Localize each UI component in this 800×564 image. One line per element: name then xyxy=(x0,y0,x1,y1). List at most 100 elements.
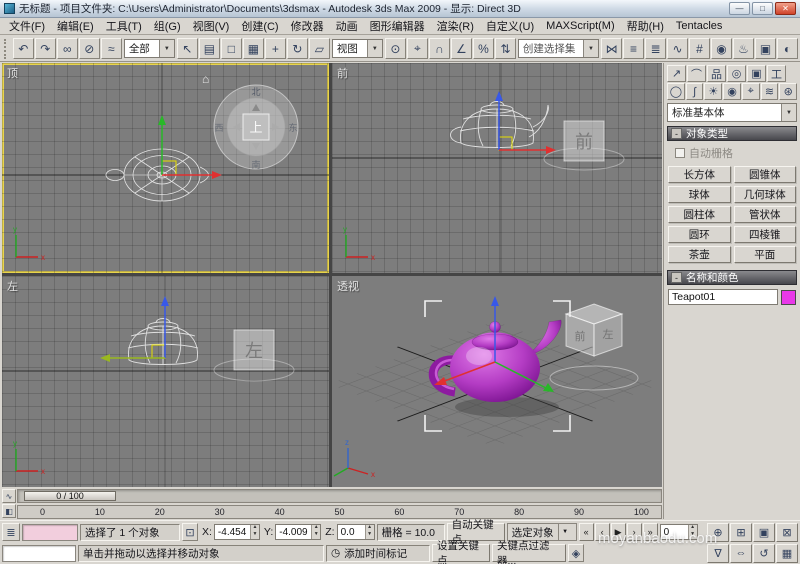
subtab-lights-icon[interactable]: ☀ xyxy=(704,83,723,100)
minimize-button[interactable]: — xyxy=(729,2,750,15)
named-selection-sets-dropdown[interactable]: 创建选择集 ▼ xyxy=(517,39,599,58)
viewport-perspective-canvas[interactable]: 前 左 x z xyxy=(332,276,662,487)
track-selection-icon[interactable]: ◧ xyxy=(2,504,16,518)
geosphere-button[interactable]: 几何球体 xyxy=(733,186,796,203)
viewport-front-canvas[interactable]: 前 x y xyxy=(332,63,662,273)
selection-lock-icon[interactable]: ⊡ xyxy=(182,523,198,541)
x-coordinate-field[interactable]: -4.454 ▲ ▼ xyxy=(213,524,260,540)
teapot-button[interactable]: 茶壶 xyxy=(668,246,731,263)
redo-icon[interactable]: ↷ xyxy=(34,38,56,59)
move-gizmo[interactable] xyxy=(100,296,169,362)
field-of-view-icon[interactable]: ∇ xyxy=(707,543,729,563)
compass-west-label[interactable]: 西 xyxy=(214,123,223,133)
select-and-rotate-icon[interactable]: ↻ xyxy=(286,38,308,59)
tab-display-icon[interactable]: ▣ xyxy=(747,65,766,82)
chevron-down-icon[interactable]: ▼ xyxy=(781,104,796,121)
subtab-systems-icon[interactable]: ⊛ xyxy=(779,83,798,100)
pan-icon[interactable]: ⇔ xyxy=(730,543,752,563)
select-and-manipulate-icon[interactable]: ⌖ xyxy=(406,38,428,59)
viewport-front[interactable]: 前 前 x y xyxy=(332,63,662,273)
box-button[interactable]: 长方体 xyxy=(668,166,731,183)
tab-modify-icon[interactable]: ⌒ xyxy=(687,65,706,82)
curve-editor-icon[interactable]: ∿ xyxy=(666,38,688,59)
object-type-rollout-header[interactable]: - 对象类型 xyxy=(667,126,797,141)
viewport-top-canvas[interactable]: ⌂ 北 南 西 东 上 x y xyxy=(2,63,329,273)
menu-item[interactable]: 自定义(U) xyxy=(480,17,540,35)
quick-render-icon[interactable]: ◐ xyxy=(776,38,798,59)
menu-item[interactable]: 修改器 xyxy=(285,17,330,35)
object-color-swatch[interactable] xyxy=(781,289,796,305)
collapse-icon[interactable]: - xyxy=(671,128,682,139)
render-setup-icon[interactable]: ♨ xyxy=(732,38,754,59)
chevron-down-icon[interactable]: ▼ xyxy=(158,40,174,57)
move-gizmo[interactable] xyxy=(495,91,556,154)
name-color-rollout-header[interactable]: - 名称和颜色 xyxy=(667,270,797,285)
menu-item[interactable]: 编辑(E) xyxy=(51,17,100,35)
sphere-button[interactable]: 球体 xyxy=(668,186,731,203)
spinner[interactable]: ▲ ▼ xyxy=(311,525,321,539)
viewcube-front-face[interactable]: 前 xyxy=(575,329,586,343)
zoom-icon[interactable]: ⊕ xyxy=(707,522,729,542)
menu-item[interactable]: 图形编辑器 xyxy=(364,17,431,35)
time-slider[interactable]: 0 / 100 xyxy=(24,491,116,501)
viewcube-ghost-perspective[interactable]: 前 左 xyxy=(549,303,639,391)
menu-item[interactable]: MAXScript(M) xyxy=(540,19,620,33)
select-by-name-icon[interactable]: ▤ xyxy=(198,38,220,59)
subtab-geometry-icon[interactable]: ◯ xyxy=(667,83,685,100)
subtab-space-warps-icon[interactable]: ≋ xyxy=(760,83,779,100)
maximize-viewport-icon[interactable]: ▦ xyxy=(776,543,798,563)
add-time-tag[interactable]: ◷ 添加时间标记 xyxy=(326,544,430,562)
menu-item[interactable]: 动画 xyxy=(330,17,364,35)
chevron-down-icon[interactable]: ▼ xyxy=(366,40,382,57)
key-mode-toggle-icon[interactable]: ◈ xyxy=(568,544,584,562)
menu-item[interactable]: 创建(C) xyxy=(235,17,284,35)
play-button[interactable]: ▶ xyxy=(610,523,626,541)
rendered-frame-window-icon[interactable]: ▣ xyxy=(754,38,776,59)
current-frame-field[interactable]: 0 ▲ ▼ xyxy=(659,524,698,540)
collapse-icon[interactable]: - xyxy=(671,272,682,283)
menu-item[interactable]: 帮助(H) xyxy=(621,17,670,35)
select-and-move-icon[interactable]: + xyxy=(264,38,286,59)
viewport-left-label[interactable]: 左 xyxy=(7,278,18,294)
viewcube-compass[interactable]: 北 南 西 东 上 xyxy=(213,84,299,170)
pyramid-button[interactable]: 四棱锥 xyxy=(733,226,796,243)
material-editor-icon[interactable]: ◉ xyxy=(710,38,732,59)
viewport-front-label[interactable]: 前 xyxy=(337,65,348,81)
maxscript-listener-icon[interactable]: ≣ xyxy=(2,523,20,541)
subtab-shapes-icon[interactable]: ∫ xyxy=(685,83,704,100)
schematic-view-icon[interactable]: # xyxy=(688,38,710,59)
menu-item[interactable]: Tentacles xyxy=(670,19,728,33)
timeline-track[interactable]: 0 / 100 xyxy=(17,489,662,503)
viewcube-left-face[interactable]: 左 xyxy=(603,328,614,341)
key-filters-button[interactable]: 关键点过滤器... xyxy=(492,540,566,564)
zoom-extents-icon[interactable]: ▣ xyxy=(753,522,775,542)
primitive-category-dropdown[interactable]: 标准基本体 ▼ xyxy=(667,103,797,122)
torus-button[interactable]: 圆环 xyxy=(668,226,731,243)
menu-item[interactable]: 渲染(R) xyxy=(431,17,480,35)
y-coordinate-field[interactable]: -4.009 ▲ ▼ xyxy=(275,524,322,540)
compass-north-label[interactable]: 北 xyxy=(251,87,260,97)
tube-button[interactable]: 管状体 xyxy=(733,206,796,223)
percent-snap-icon[interactable]: % xyxy=(472,38,494,59)
menu-item[interactable]: 工具(T) xyxy=(100,17,148,35)
bind-to-space-warp-icon[interactable]: ≈ xyxy=(100,38,122,59)
close-button[interactable]: ✕ xyxy=(775,2,796,15)
spinner[interactable]: ▲ ▼ xyxy=(364,525,374,539)
align-icon[interactable]: ≡ xyxy=(622,38,644,59)
viewcube-front-face[interactable]: 前 xyxy=(575,132,593,152)
viewcube-ghost-left[interactable]: 左 xyxy=(213,329,295,382)
go-to-start-button[interactable]: « xyxy=(578,523,594,541)
menu-item[interactable]: 视图(V) xyxy=(187,17,236,35)
spinner[interactable]: ▲ ▼ xyxy=(687,525,697,539)
subtab-helpers-icon[interactable]: ⌖ xyxy=(741,83,760,100)
maximize-button[interactable]: □ xyxy=(752,2,773,15)
arc-rotate-icon[interactable]: ↺ xyxy=(753,543,775,563)
object-name-input[interactable]: Teapot01 xyxy=(668,289,778,305)
menu-item[interactable]: 文件(F) xyxy=(3,17,51,35)
zoom-all-icon[interactable]: ⊞ xyxy=(730,522,752,542)
selection-filter-dropdown[interactable]: 全部 ▼ xyxy=(123,39,175,58)
viewport-left[interactable]: 左 左 x y xyxy=(2,276,329,487)
viewport-perspective-label[interactable]: 透视 xyxy=(337,278,359,294)
z-coordinate-field[interactable]: 0.0 ▲ ▼ xyxy=(336,524,375,540)
compass-east-label[interactable]: 东 xyxy=(288,122,297,133)
